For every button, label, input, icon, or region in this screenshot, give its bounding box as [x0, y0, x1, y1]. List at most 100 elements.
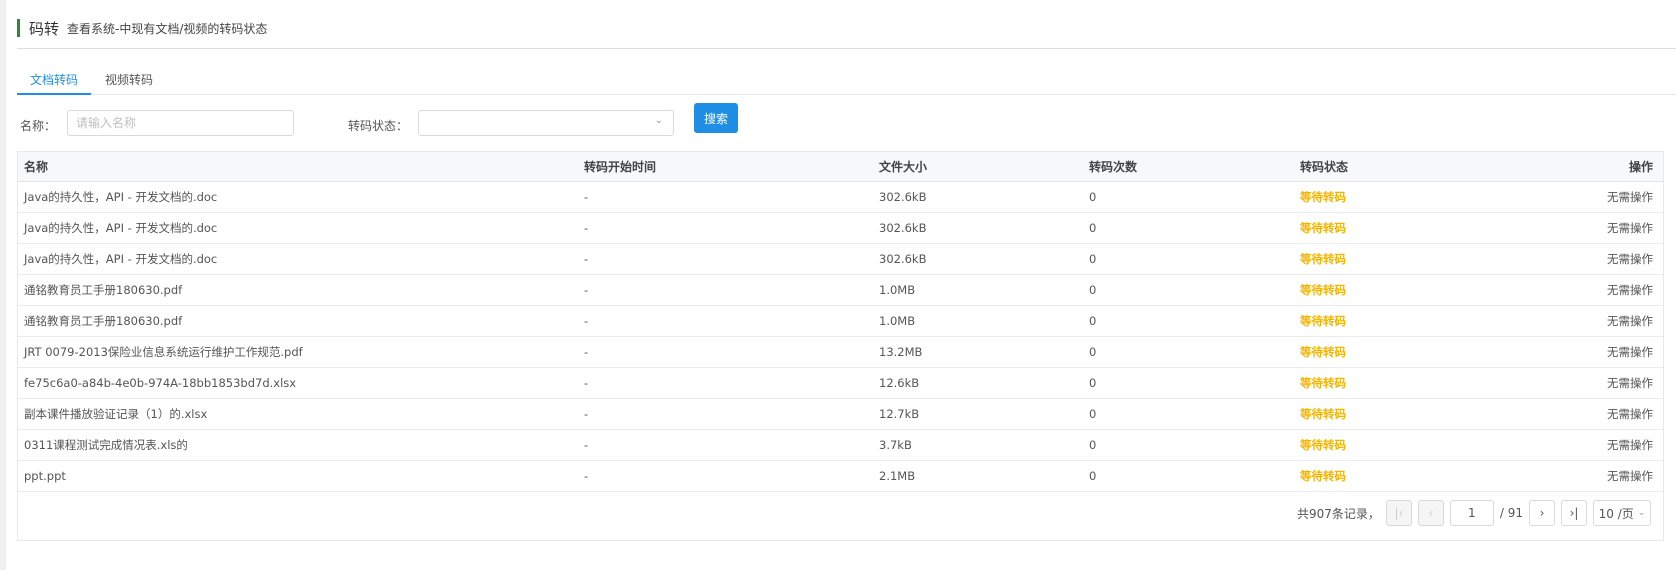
prev-page-button[interactable]: ‹ — [1417, 500, 1444, 526]
cell-transcode-count: 0 — [1083, 336, 1294, 368]
cell-file-size: 302.6kB — [873, 212, 1083, 244]
cell-name: fe75c6a0-a84b-4e0b-974A-18bb1853bd7d.xls… — [18, 367, 578, 399]
cell-file-size: 1.0MB — [873, 305, 1083, 337]
cell-file-size: 12.7kB — [873, 398, 1083, 430]
cell-transcode-count: 0 — [1083, 181, 1294, 213]
table-row: Java的持久性，API - 开发文档的.doc -302.6kB 0 等待转码 无需操… — [18, 181, 1663, 213]
name-filter-label: 名称： — [20, 119, 57, 133]
left-edge-strip — [0, 0, 6, 570]
cell-name: ppt.ppt — [18, 460, 578, 492]
cell-start-time: - — [578, 305, 873, 337]
table-row: JRT 0079-2013保险业信息系统运行维护工作规范.pdf -13.2MB 0… — [18, 336, 1663, 368]
cell-transcode-status: 等待转码 — [1294, 367, 1474, 399]
cell-action: 无需操作 — [1474, 429, 1663, 461]
cell-transcode-status: 等待转码 — [1294, 429, 1474, 461]
cell-transcode-count: 0 — [1083, 460, 1294, 492]
cell-start-time: - — [578, 336, 873, 368]
cell-file-size: 302.6kB — [873, 243, 1083, 275]
transcode-table: 名称 转码开始时间 文件大小 转码次数 转码状态 操作 Java的持久性，API… — [17, 151, 1664, 541]
cell-file-size: 12.6kB — [873, 367, 1083, 399]
cell-transcode-status: 等待转码 — [1294, 274, 1474, 306]
column-header-file-size: 文件大小 — [873, 152, 1083, 182]
pagination: 共907条记录， |‹ ‹ / 91 › ›| 10 /页 ⌄ — [1297, 499, 1651, 527]
column-header-name: 名称 — [18, 152, 578, 182]
tab-document-transcode[interactable]: 文档转码 — [17, 71, 91, 95]
cell-start-time: - — [578, 181, 873, 213]
cell-transcode-status: 等待转码 — [1294, 212, 1474, 244]
cell-action: 无需操作 — [1474, 243, 1663, 275]
table-header-row: 名称 转码开始时间 文件大小 转码次数 转码状态 操作 — [18, 152, 1663, 182]
table-row: 通铭教育员工手册180630.pdf -1.0MB 0 等待转码 无需操作 — [18, 274, 1663, 306]
cell-name: 通铭教育员工手册180630.pdf — [18, 274, 578, 306]
cell-name: Java的持久性，API - 开发文档的.doc — [18, 181, 578, 213]
cell-action: 无需操作 — [1474, 460, 1663, 492]
cell-file-size: 1.0MB — [873, 274, 1083, 306]
cell-action: 无需操作 — [1474, 367, 1663, 399]
pagination-page-count: / 91 — [1499, 506, 1523, 520]
column-header-transcode-count: 转码次数 — [1083, 152, 1294, 182]
table-row: 0311课程测试完成情况表.xls的 -3.7kB 0 等待转码 无需操作 — [18, 429, 1663, 461]
column-header-transcode-status: 转码状态 — [1294, 152, 1474, 182]
cell-file-size: 3.7kB — [873, 429, 1083, 461]
cell-transcode-count: 0 — [1083, 429, 1294, 461]
status-filter-label: 转码状态： — [348, 119, 409, 133]
cell-transcode-count: 0 — [1083, 398, 1294, 430]
page-size-select[interactable]: 10 /页 ⌄ — [1593, 500, 1651, 526]
page-number-input[interactable] — [1449, 500, 1494, 526]
header-divider — [17, 48, 1676, 49]
cell-transcode-status: 等待转码 — [1294, 398, 1474, 430]
chevron-down-icon: ⌄ — [654, 115, 663, 126]
cell-name: JRT 0079-2013保险业信息系统运行维护工作规范.pdf — [18, 336, 578, 368]
cell-action: 无需操作 — [1474, 212, 1663, 244]
search-button[interactable]: 搜索 — [694, 103, 738, 133]
table-row: ppt.ppt -2.1MB 0 等待转码 无需操作 — [18, 460, 1663, 492]
cell-file-size: 13.2MB — [873, 336, 1083, 368]
page-subtitle: 查看系统-中现有文档/视频的转码状态 — [67, 21, 268, 36]
cell-name: Java的持久性，API - 开发文档的.doc — [18, 212, 578, 244]
status-select[interactable]: ⌄ — [418, 110, 674, 136]
cell-name: Java的持久性，API - 开发文档的.doc — [18, 243, 578, 275]
cell-transcode-count: 0 — [1083, 212, 1294, 244]
column-header-action: 操作 — [1474, 152, 1663, 182]
cell-start-time: - — [578, 367, 873, 399]
cell-action: 无需操作 — [1474, 398, 1663, 430]
cell-action: 无需操作 — [1474, 181, 1663, 213]
cell-start-time: - — [578, 212, 873, 244]
page-header: 码转 查看系统-中现有文档/视频的转码状态 — [17, 17, 267, 39]
cell-file-size: 2.1MB — [873, 460, 1083, 492]
cell-transcode-count: 0 — [1083, 305, 1294, 337]
table-row: Java的持久性，API - 开发文档的.doc -302.6kB 0 等待转码 无需操… — [18, 212, 1663, 244]
cell-start-time: - — [578, 460, 873, 492]
cell-action: 无需操作 — [1474, 305, 1663, 337]
first-page-icon: |‹ — [1394, 506, 1404, 520]
cell-transcode-status: 等待转码 — [1294, 243, 1474, 275]
tab-video-transcode[interactable]: 视频转码 — [101, 71, 157, 93]
cell-action: 无需操作 — [1474, 336, 1663, 368]
cell-name: 0311课程测试完成情况表.xls的 — [18, 429, 578, 461]
next-page-button[interactable]: › — [1529, 500, 1555, 526]
chevron-down-icon: ⌄ — [1637, 508, 1646, 518]
tab-bar: 文档转码 视频转码 — [17, 68, 1676, 95]
table-row: 副本课件播放验证记录（1）的.xlsx -12.7kB 0 等待转码 无需操作 — [18, 398, 1663, 430]
filter-bar: 名称： 转码状态： ⌄ 搜索 — [17, 103, 1676, 142]
cell-action: 无需操作 — [1474, 274, 1663, 306]
cell-transcode-status: 等待转码 — [1294, 336, 1474, 368]
header-accent-bar — [17, 19, 20, 37]
cell-transcode-status: 等待转码 — [1294, 305, 1474, 337]
chevron-left-icon: ‹ — [1428, 506, 1434, 520]
last-page-icon: ›| — [1569, 506, 1579, 520]
cell-name: 副本课件播放验证记录（1）的.xlsx — [18, 398, 578, 430]
last-page-button[interactable]: ›| — [1561, 500, 1587, 526]
cell-transcode-count: 0 — [1083, 274, 1294, 306]
page-title: 码转 — [29, 19, 60, 38]
table-row: 通铭教育员工手册180630.pdf -1.0MB 0 等待转码 无需操作 — [18, 305, 1663, 337]
first-page-button[interactable]: |‹ — [1385, 500, 1412, 526]
cell-name: 通铭教育员工手册180630.pdf — [18, 305, 578, 337]
name-search-input[interactable] — [67, 110, 294, 136]
cell-transcode-status: 等待转码 — [1294, 460, 1474, 492]
cell-transcode-count: 0 — [1083, 367, 1294, 399]
cell-start-time: - — [578, 274, 873, 306]
page-size-value: 10 /页 — [1598, 506, 1634, 521]
cell-start-time: - — [578, 429, 873, 461]
cell-start-time: - — [578, 398, 873, 430]
